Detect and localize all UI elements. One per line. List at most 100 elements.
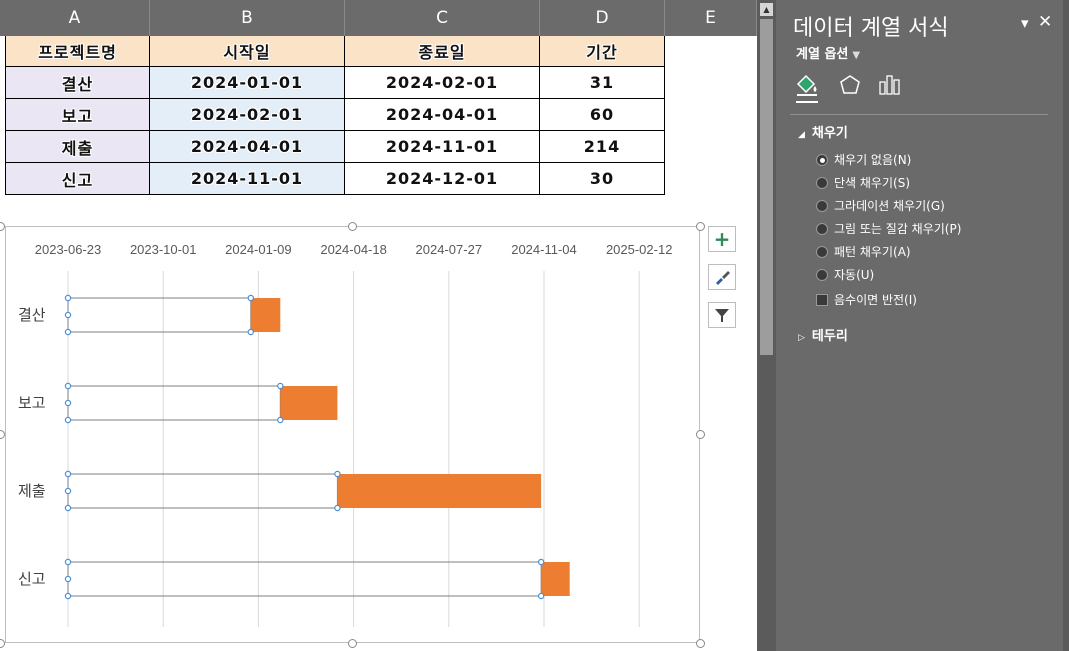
cell-start-date[interactable]: 2024-01-01 <box>150 67 345 99</box>
start-bar-selected <box>67 473 338 509</box>
y-category-label: 결산 <box>18 306 46 324</box>
column-header-a[interactable]: A <box>0 0 150 36</box>
selection-handle <box>64 294 72 302</box>
series-options-tab-icon[interactable] <box>876 72 904 98</box>
series-options-label: 계열 옵션 <box>796 47 849 62</box>
start-bar-selected <box>67 385 281 421</box>
close-icon[interactable]: ✕ <box>1038 12 1052 32</box>
fill-line-tab-icon[interactable] <box>794 72 822 98</box>
y-category-label: 제출 <box>18 482 46 500</box>
header-cell-start-date[interactable]: 시작일 <box>150 36 345 67</box>
vertical-scrollbar[interactable]: ▲ <box>757 0 776 651</box>
chart-resize-handle[interactable] <box>348 222 357 231</box>
column-label: D <box>595 8 609 28</box>
chart-resize-handle[interactable] <box>696 222 705 231</box>
gantt-chart[interactable]: 2023-06-23 2023-10-01 2024-01-09 2024-04-18… <box>5 226 700 643</box>
x-tick-label: 2025-02-12 <box>606 242 673 257</box>
chevron-down-icon: ▼ <box>852 50 861 61</box>
column-header-d[interactable]: D <box>540 0 665 36</box>
x-tick-label: 2023-10-01 <box>130 242 197 257</box>
radio-button[interactable] <box>816 199 828 212</box>
cell-start-date[interactable]: 2024-04-01 <box>150 131 345 163</box>
active-tab-indicator <box>796 101 818 103</box>
cell-end-date[interactable]: 2024-02-01 <box>345 67 540 99</box>
cell-end-date[interactable]: 2024-12-01 <box>345 163 540 195</box>
pane-scrollbar[interactable] <box>1063 0 1069 651</box>
y-category-label: 보고 <box>18 394 46 412</box>
cell-duration[interactable]: 60 <box>540 99 665 131</box>
radio-button[interactable] <box>816 176 828 189</box>
fill-option-label: 그라데이션 채우기(G) <box>834 199 945 213</box>
selection-handle <box>64 487 72 495</box>
selection-handle <box>247 328 254 336</box>
y-category-label: 신고 <box>18 570 46 588</box>
filter-icon <box>715 309 729 322</box>
effects-tab-icon[interactable] <box>836 72 864 98</box>
scroll-up-icon[interactable]: ▲ <box>760 3 773 16</box>
cell-duration[interactable]: 31 <box>540 67 665 99</box>
column-header-e[interactable]: E <box>665 0 757 36</box>
radio-button[interactable] <box>816 153 828 166</box>
cell-project-name[interactable]: 제출 <box>5 131 150 163</box>
cell-project-name[interactable]: 신고 <box>5 163 150 195</box>
cell-duration[interactable]: 214 <box>540 131 665 163</box>
fill-section-header[interactable]: ◢ 채우기 <box>798 122 848 141</box>
selection-handle <box>334 504 341 512</box>
column-header-c[interactable]: C <box>345 0 540 36</box>
column-label: B <box>241 8 253 28</box>
fill-option[interactable]: 그림 또는 질감 채우기(P) <box>816 220 961 237</box>
selection-handle <box>247 294 254 302</box>
fill-option[interactable]: 단색 채우기(S) <box>816 174 910 191</box>
duration-bar <box>337 474 542 508</box>
header-cell-duration[interactable]: 기간 <box>540 36 665 67</box>
radio-button[interactable] <box>816 222 828 235</box>
column-header-b[interactable]: B <box>150 0 345 36</box>
cell-project-name[interactable]: 보고 <box>5 99 150 131</box>
cell-end-date[interactable]: 2024-11-01 <box>345 131 540 163</box>
fill-option-label: 패턴 채우기(A) <box>834 245 911 259</box>
cell-start-date[interactable]: 2024-11-01 <box>150 163 345 195</box>
cell-start-date[interactable]: 2024-02-01 <box>150 99 345 131</box>
collapsed-triangle-icon: ▷ <box>798 333 805 343</box>
fill-option[interactable]: 채우기 없음(N) <box>816 151 911 168</box>
invert-if-negative-checkbox[interactable]: 음수이면 반전(I) <box>816 291 917 308</box>
fill-section-label: 채우기 <box>811 126 848 141</box>
x-tick-label: 2024-07-27 <box>416 242 483 257</box>
fill-option-label: 단색 채우기(S) <box>834 176 910 190</box>
header-cell-end-date[interactable]: 종료일 <box>345 36 540 67</box>
cell-project-name[interactable]: 결산 <box>5 67 150 99</box>
fill-option[interactable]: 자동(U) <box>816 266 874 283</box>
chart-resize-handle[interactable] <box>348 639 357 648</box>
cell-end-date[interactable]: 2024-04-01 <box>345 99 540 131</box>
fill-option[interactable]: 그라데이션 채우기(G) <box>816 197 945 214</box>
selection-handle <box>64 382 72 390</box>
chart-filters-button[interactable] <box>708 302 736 328</box>
chart-styles-button[interactable] <box>708 264 736 290</box>
x-tick-label: 2024-01-09 <box>225 242 292 257</box>
chart-elements-button[interactable]: + <box>708 226 736 252</box>
chart-plot[interactable]: 2023-06-23 2023-10-01 2024-01-09 2024-04-18… <box>6 227 701 644</box>
header-cell-project-name[interactable]: 프로젝트명 <box>5 36 150 67</box>
start-bar-selected <box>67 297 252 333</box>
border-section-header[interactable]: ▷ 테두리 <box>798 325 848 344</box>
radio-button[interactable] <box>816 268 828 281</box>
scrollbar-thumb[interactable] <box>760 19 773 355</box>
x-tick-label: 2023-06-23 <box>35 242 102 257</box>
selection-handle <box>64 416 72 424</box>
chart-resize-handle[interactable] <box>696 430 705 439</box>
series-options-dropdown[interactable]: 계열 옵션 ▼ <box>796 43 860 62</box>
selection-handle <box>64 558 72 566</box>
pane-options-icon[interactable]: ▾ <box>1021 14 1029 32</box>
chart-resize-handle[interactable] <box>696 639 705 648</box>
selection-handle <box>537 558 545 566</box>
radio-button[interactable] <box>816 245 828 258</box>
start-bar-selected <box>67 561 542 597</box>
checkbox-label: 음수이면 반전(I) <box>834 293 917 307</box>
selection-handle <box>537 592 545 600</box>
cell-duration[interactable]: 30 <box>540 163 665 195</box>
border-section-label: 테두리 <box>811 329 848 344</box>
selection-handle <box>277 416 284 424</box>
fill-option[interactable]: 패턴 채우기(A) <box>816 243 911 260</box>
column-label: A <box>68 8 81 28</box>
checkbox-box[interactable] <box>816 293 828 306</box>
